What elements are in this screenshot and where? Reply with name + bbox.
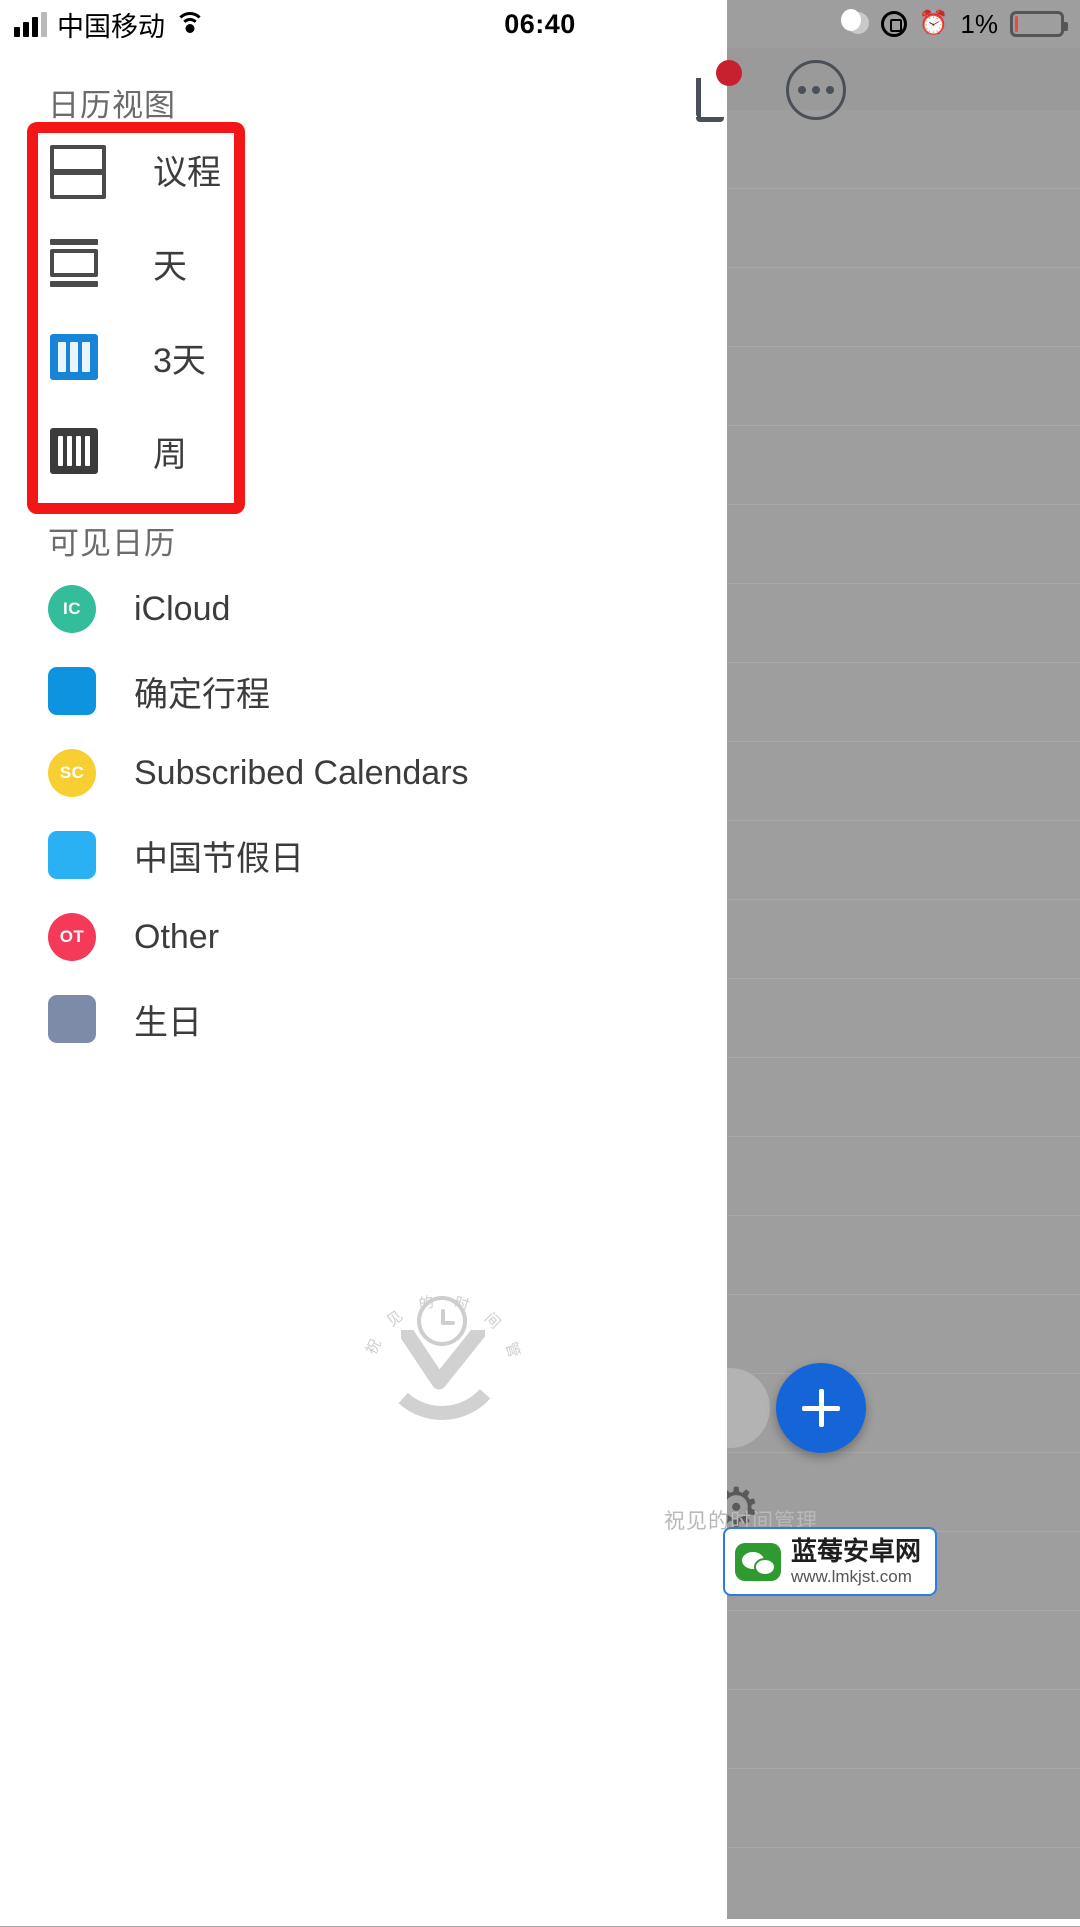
wifi-icon [175,12,205,36]
banner-title: 蓝莓安卓网 [791,1536,922,1566]
more-dot-icon [812,86,820,94]
calendar-color-badge [48,667,96,715]
calendar-item-other[interactable]: OT Other [48,896,728,978]
calendar-name: 确定行程 [134,675,270,714]
svg-text:祝 见 的 时 间 管 理: 祝 见 的 时 间 管 理 [355,1268,525,1366]
alarm-clock-icon: ⏰ [918,10,949,37]
calendar-name: 中国节假日 [134,839,304,878]
calendar-item-confirmed-trip[interactable]: 确定行程 [48,650,728,732]
calendar-name: Subscribed Calendars [134,753,469,792]
more-options-button[interactable] [786,60,846,120]
week-view-icon [50,428,98,474]
day-view-icon [50,239,98,287]
calendar-item-birthdays[interactable]: 生日 [48,978,728,1060]
watermark-arc-label: 祝 见 的 时 间 管 理 [355,1268,518,1366]
calendar-color-badge [48,831,96,879]
carrier-label: 中国移动 [57,11,165,42]
calendar-item-subscribed[interactable]: SC Subscribed Calendars [48,732,728,814]
signal-bars-icon [14,11,47,37]
view-option-three-day[interactable]: 3天 [27,310,767,404]
calendar-color-badge [48,995,96,1043]
clock-label: 06:40 [504,8,576,39]
battery-percent-label: 1% [960,8,998,39]
three-day-view-icon [50,334,98,380]
moon-icon [840,9,869,36]
battery-icon [1010,11,1068,37]
view-option-week[interactable]: 周 [27,404,767,498]
calendar-view-list: 议程 天 3天 周 [27,122,767,498]
more-dot-icon [826,86,834,94]
status-bar-center: 06:40 [430,9,650,40]
calendar-view-section-label: 日历视图 [48,88,176,123]
calendar-item-icloud[interactable]: IC iCloud [48,568,728,650]
status-bar: 中国移动 06:40 ⏰ 1% [0,0,1080,48]
calendar-color-badge: SC [48,749,96,797]
agenda-view-icon [50,145,106,199]
partial-toolbar-icon [692,78,726,122]
calendar-name: Other [134,917,220,956]
status-bar-left: 中国移动 [0,5,430,44]
view-option-label: 天 [153,247,187,286]
calendar-name: iCloud [134,589,231,628]
notification-badge [716,60,742,86]
wechat-icon [735,1542,781,1581]
add-event-fab[interactable] [776,1363,866,1453]
view-option-label: 3天 [153,341,206,380]
view-option-agenda[interactable]: 议程 [27,122,767,216]
calendar-color-badge: OT [48,913,96,961]
navigation-drawer: 日历视图 议程 天 3天 周 可见日历 IC iCloud 确定行程 SC Su… [0,0,727,1919]
view-option-day[interactable]: 天 [27,216,767,310]
calendar-name: 生日 [134,1003,202,1042]
more-dot-icon [798,86,806,94]
bottom-banner[interactable]: 蓝莓安卓网 www.lmkjst.com [723,1527,938,1597]
status-bar-right: ⏰ 1% [650,9,1080,40]
view-option-label: 议程 [153,153,221,192]
visible-calendars-list: IC iCloud 确定行程 SC Subscribed Calendars 中… [48,568,728,1060]
watermark-arc-text: 祝 见 的 时 间 管 理 [355,1268,525,1366]
rotation-lock-icon [880,11,907,37]
calendar-item-china-holidays[interactable]: 中国节假日 [48,814,728,896]
view-option-label: 周 [153,435,187,474]
calendar-color-badge: IC [48,585,96,633]
app-watermark-logo: 祝 见 的 时 间 管 理 [355,1268,530,1443]
visible-calendars-section-label: 可见日历 [48,526,176,561]
banner-subtitle: www.lmkjst.com [791,1566,912,1586]
